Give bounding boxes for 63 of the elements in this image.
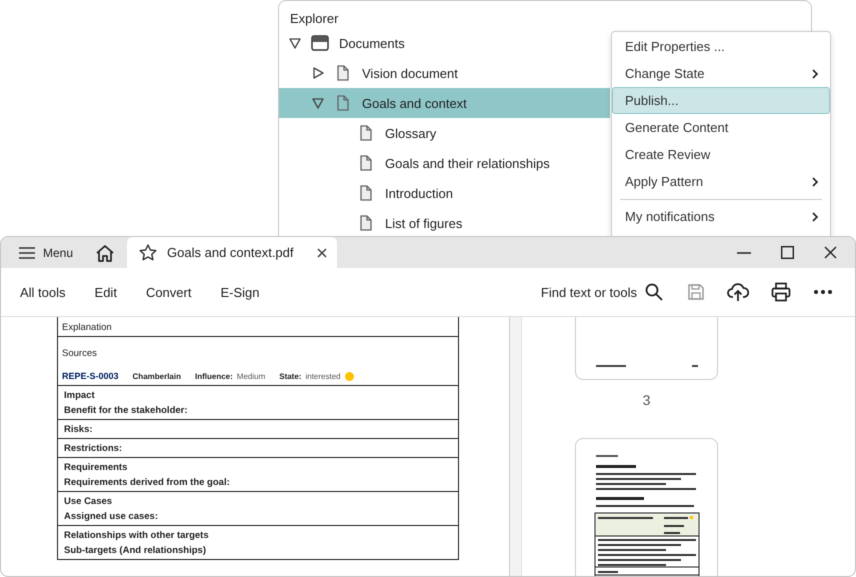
tree-item[interactable]: Documents (279, 28, 610, 58)
document-text: Requirements (64, 461, 128, 475)
collapse-icon[interactable] (312, 97, 324, 109)
panel-title: Explorer (290, 11, 338, 26)
document-text: Benefit for the stakeholder: (64, 404, 189, 418)
menu-item[interactable]: Create Review (612, 141, 830, 168)
menu-button[interactable]: Menu (1, 237, 84, 268)
menu-item[interactable]: Apply Pattern (612, 168, 830, 195)
tree-item[interactable]: Introduction (279, 178, 610, 208)
close-icon[interactable] (317, 248, 328, 258)
page-thumbnail[interactable] (575, 317, 718, 380)
document-icon (360, 215, 372, 231)
star-icon[interactable] (139, 244, 158, 261)
document-text: Risks: (64, 423, 94, 437)
search-field[interactable]: Find text or tools (540, 283, 663, 301)
document-text: Relationships with other targets (64, 529, 210, 543)
document-text: Use Cases (64, 495, 114, 509)
home-icon[interactable] (95, 244, 116, 262)
close-icon[interactable] (824, 246, 837, 259)
tree-item[interactable]: Goals and their relationships (279, 148, 610, 178)
collapse-icon[interactable] (289, 37, 301, 49)
tree-item[interactable]: Glossary (279, 118, 610, 148)
expand-icon[interactable] (312, 67, 324, 79)
tree-item[interactable]: Goals and context (279, 88, 610, 118)
document-text: Impact (64, 389, 96, 403)
document-tab[interactable]: Goals and context.pdf (127, 237, 338, 268)
document-icon (360, 155, 372, 171)
maximize-icon[interactable] (781, 246, 794, 259)
document-text: Explanation (62, 321, 113, 335)
toolbar-tab[interactable]: E-Sign (219, 284, 260, 300)
menu-item[interactable]: Publish... (612, 87, 830, 114)
menu-item[interactable]: Edit Properties ... (612, 33, 830, 60)
document-icon (360, 185, 372, 201)
field-label: Influence: (195, 372, 233, 380)
field-label: State: (279, 372, 302, 380)
page-number: 3 (642, 392, 652, 408)
menu-icon (19, 246, 35, 258)
field-value: interested (305, 372, 341, 380)
document-text: Sources (62, 347, 98, 361)
document-text: Restrictions: (64, 442, 124, 456)
toolbar-tab[interactable]: Edit (94, 284, 117, 300)
print-icon[interactable] (771, 282, 791, 302)
source-name: Chamberlain (132, 372, 181, 380)
tree-item[interactable]: Vision document (279, 58, 610, 88)
more-icon[interactable] (813, 289, 833, 295)
document-text: Sub-targets (And relationships) (64, 544, 207, 558)
folder-icon (311, 35, 329, 51)
tree-item[interactable]: List of figures (279, 208, 610, 236)
cloud-upload-icon[interactable] (727, 282, 749, 302)
toolbar-tab[interactable]: Convert (144, 284, 192, 300)
menu-item[interactable]: My notifications (612, 203, 830, 230)
document-icon (337, 95, 349, 111)
document-text: Assigned use cases: (64, 510, 159, 524)
field-value: Medium (236, 372, 266, 380)
search-icon (645, 283, 663, 301)
toolbar-tab[interactable]: All tools (19, 284, 66, 300)
document-text: Requirements derived from the goal: (64, 476, 231, 490)
document-icon (337, 65, 349, 81)
document-icon (360, 125, 372, 141)
page-thumbnail[interactable] (575, 438, 718, 576)
menu-item[interactable]: Generate Content (612, 114, 830, 141)
menu-item[interactable]: Change State (612, 60, 830, 87)
source-id: REPE-S-0003 (62, 371, 119, 381)
